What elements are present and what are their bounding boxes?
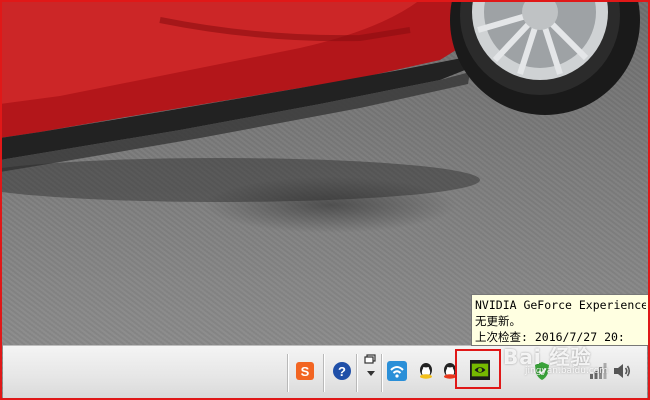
restore-window-icon[interactable] [361, 354, 381, 376]
taskbar-separator [287, 354, 288, 392]
network-icon[interactable] [588, 361, 608, 381]
shield-icon[interactable] [532, 361, 552, 381]
qq-icon[interactable] [416, 361, 436, 381]
sogou-input-icon[interactable]: S [295, 361, 315, 381]
svg-text:?: ? [338, 364, 346, 379]
taskbar-separator [381, 354, 382, 392]
taskbar: S ? [3, 345, 647, 398]
svg-text:S: S [301, 364, 310, 379]
nvidia-tooltip: NVIDIA GeForce Experience 无更新。 上次检查: 201… [471, 294, 650, 346]
nvidia-icon[interactable] [470, 360, 490, 380]
tooltip-status: 无更新。 [475, 314, 521, 328]
taskbar-separator [323, 354, 324, 392]
tooltip-title: NVIDIA GeForce Experience [475, 298, 646, 312]
taskbar-separator [356, 354, 357, 392]
qq-alt-icon[interactable] [440, 361, 460, 381]
tooltip-last-check: 上次检查: 2016/7/27 20: [475, 330, 625, 344]
volume-icon[interactable] [612, 361, 632, 381]
help-icon[interactable]: ? [332, 361, 352, 381]
wifi-icon[interactable] [387, 361, 407, 381]
